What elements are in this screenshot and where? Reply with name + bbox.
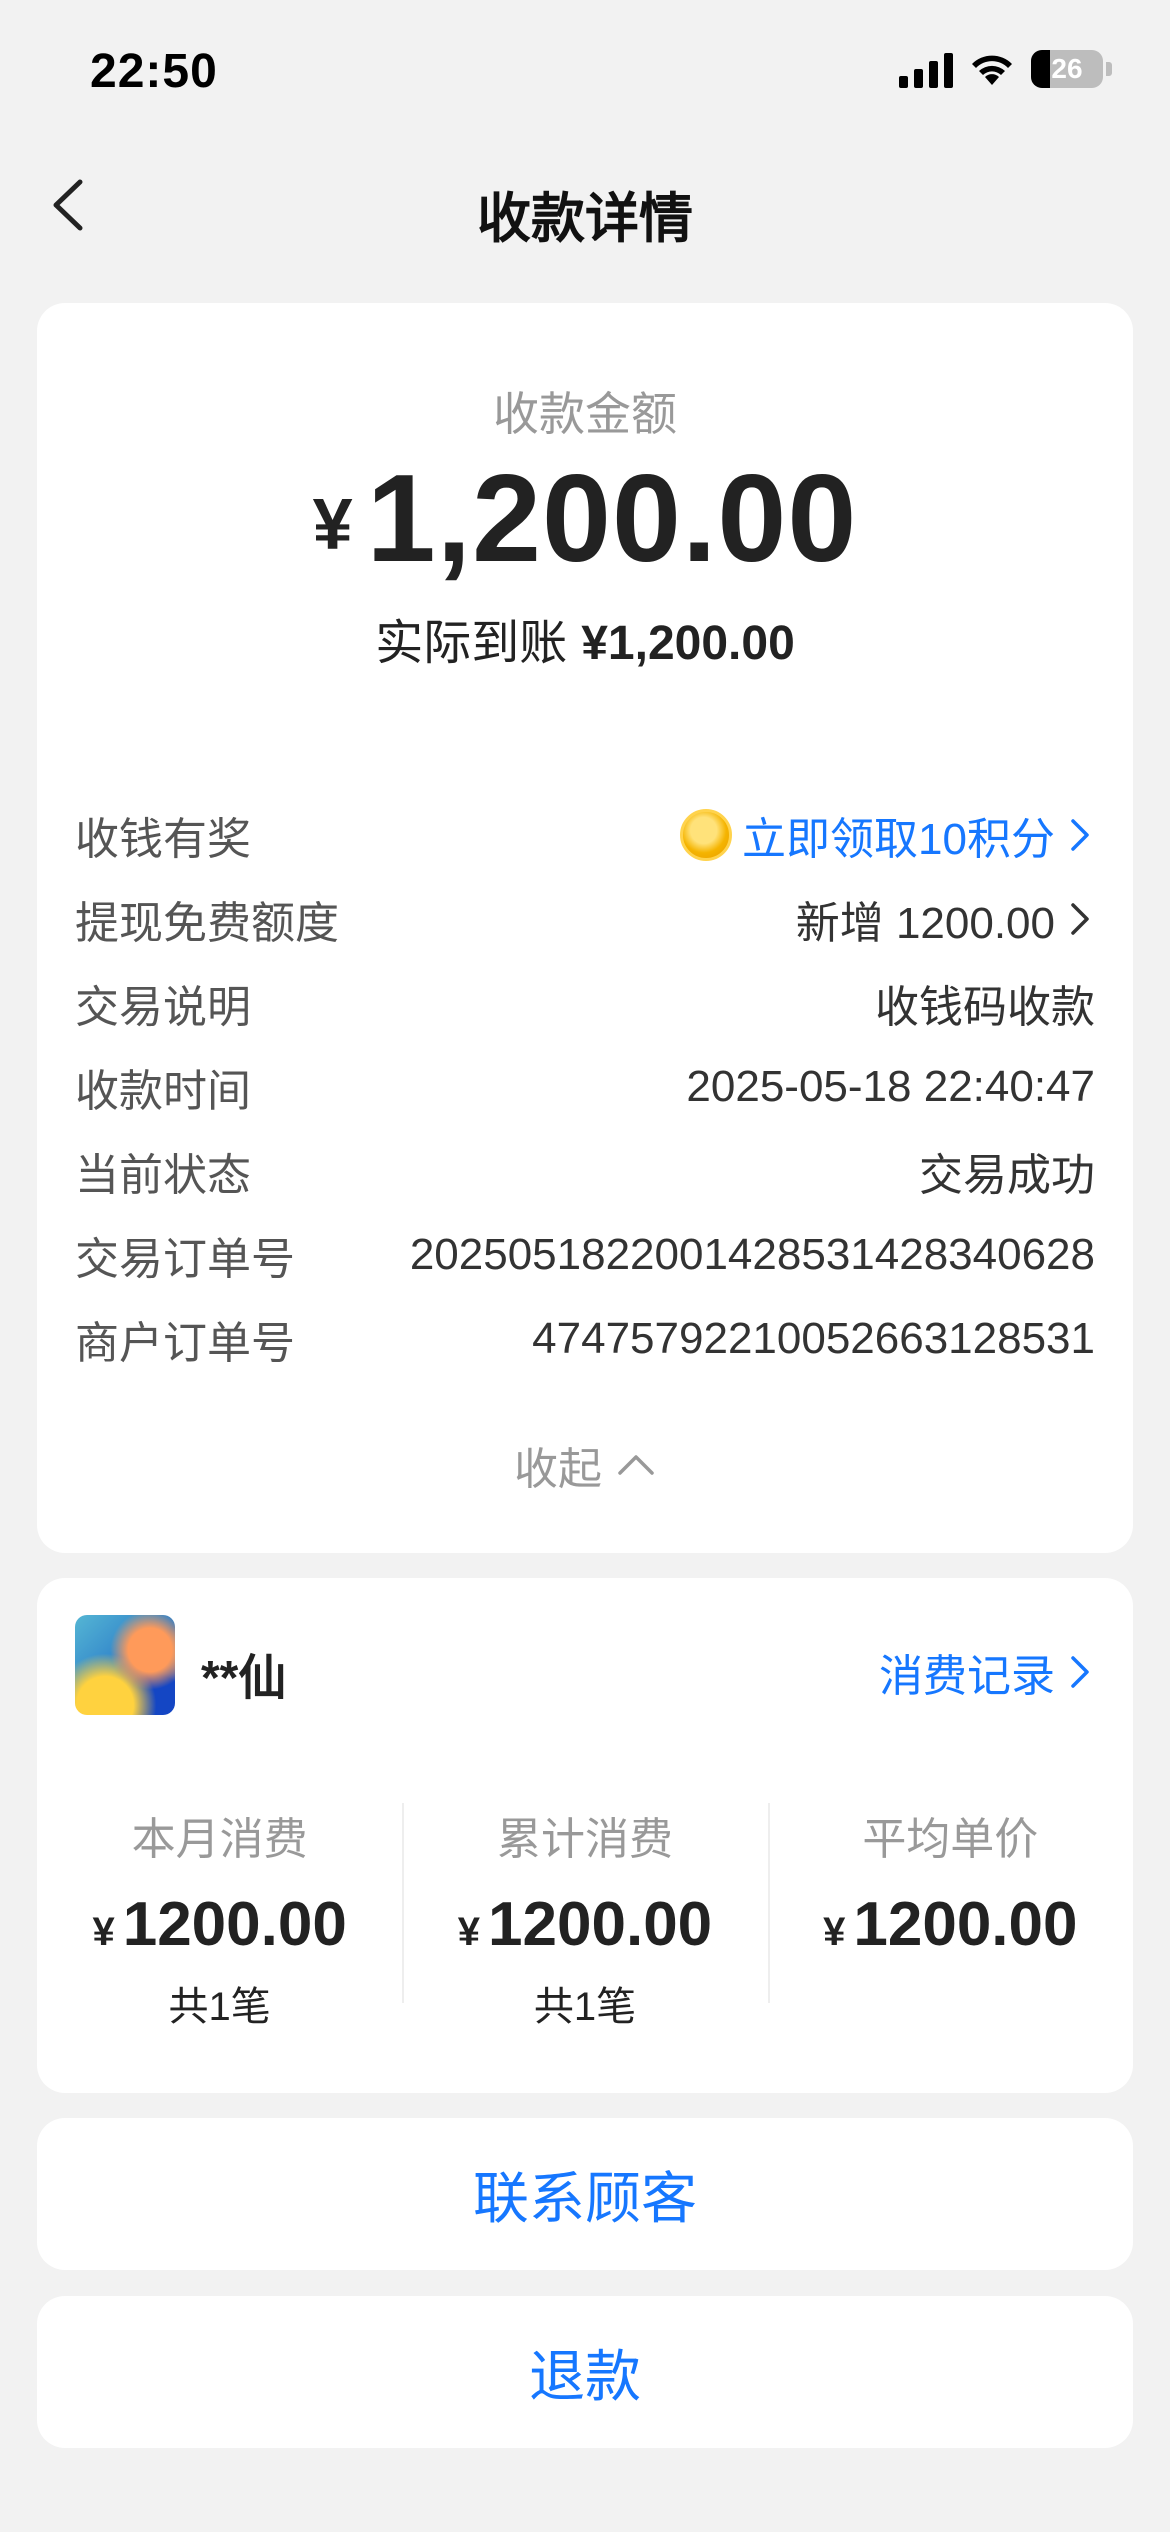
reward-link-text[interactable]: 立即领取10积分 bbox=[742, 803, 1055, 867]
detail-row-merchant-no: 商户订单号 4747579221005266312853​1 bbox=[75, 1297, 1095, 1381]
page-title: 收款详情 bbox=[477, 189, 693, 249]
detail-key: 商户订单号 bbox=[75, 1319, 295, 1368]
detail-row-status: 当前状态 交易成功 bbox=[75, 1129, 1095, 1213]
actual-label: 实际到账 bbox=[375, 617, 568, 670]
detail-key: 收款时间 bbox=[75, 1067, 251, 1116]
stat-monthly: 本月消费 ¥1200.00 共1笔 bbox=[37, 1803, 402, 2032]
detail-value: 收钱码收款 bbox=[875, 983, 1095, 1032]
amount-label: 收款金额 bbox=[493, 388, 677, 440]
battery-icon: 26 bbox=[1031, 50, 1103, 88]
status-time: 22:50 bbox=[90, 45, 218, 98]
payment-amount: ¥1,200.00 bbox=[37, 448, 1133, 590]
stat-label: 平均单价 bbox=[862, 1815, 1039, 1864]
currency-symbol: ¥ bbox=[312, 485, 353, 565]
detail-row-free-quota[interactable]: 提现免费额度 新增 1200.00 bbox=[75, 877, 1095, 961]
detail-value[interactable]: 新增 1200.00 bbox=[796, 887, 1095, 951]
stat-label: 本月消费 bbox=[131, 1815, 308, 1864]
stat-count: 共1笔 bbox=[533, 1985, 637, 2029]
collapse-label: 收起 bbox=[514, 1445, 602, 1494]
detail-key: 交易说明 bbox=[75, 983, 251, 1032]
nav-bar: 收款详情 bbox=[0, 150, 1170, 260]
detail-key: 收钱有奖 bbox=[75, 815, 251, 864]
consumption-stats: 本月消费 ¥1200.00 共1笔 累计消费 ¥1200.00 共1笔 平均单价… bbox=[37, 1803, 1133, 2032]
stat-count: 共1笔 bbox=[168, 1985, 271, 2029]
detail-row-time: 收款时间 2025-05-18 22:40:47 bbox=[75, 1045, 1095, 1129]
stat-value: ¥1200.00 bbox=[457, 1890, 713, 1959]
collapse-button[interactable]: 收起 bbox=[37, 1433, 1133, 1497]
status-bar: 22:50 26 bbox=[0, 0, 1170, 150]
chevron-right-icon bbox=[1071, 1656, 1089, 1688]
status-icons: 26 bbox=[899, 50, 1112, 88]
payment-detail-card: 收款金额 ¥1,200.00 实际到账 ¥1,200.00 收钱有奖 立即领取10… bbox=[37, 303, 1133, 1553]
stat-label: 累计消费 bbox=[496, 1815, 673, 1864]
detail-key: 提现免费额度 bbox=[75, 899, 339, 948]
cellular-signal-icon bbox=[899, 50, 953, 88]
battery-level: 26 bbox=[1051, 53, 1083, 84]
amount-value: 1,200.00 bbox=[366, 450, 858, 588]
chevron-right-icon bbox=[1071, 903, 1089, 935]
detail-row-trade-no: 交易订单号 2025051822001428531428340628 bbox=[75, 1213, 1095, 1297]
stat-total: 累计消费 ¥1200.00 共1笔 bbox=[402, 1803, 767, 2032]
detail-value[interactable]: 立即领取10积分 bbox=[680, 803, 1095, 867]
consumption-records-link[interactable]: 消费记录 bbox=[879, 1640, 1095, 1704]
records-label: 消费记录 bbox=[879, 1652, 1055, 1701]
chevron-right-icon bbox=[1071, 819, 1089, 851]
stat-average: 平均单价 ¥1200.00 bbox=[767, 1803, 1133, 2032]
detail-list: 收钱有奖 立即领取10积分 提现免费额度 新增 1200.00 交易说明 收钱码… bbox=[75, 793, 1095, 1381]
refund-button[interactable]: 退款 bbox=[37, 2296, 1133, 2448]
coin-icon bbox=[680, 809, 733, 861]
contact-customer-button[interactable]: 联系顾客 bbox=[37, 2118, 1133, 2270]
detail-row-reward[interactable]: 收钱有奖 立即领取10积分 bbox=[75, 793, 1095, 877]
battery-tip bbox=[1106, 62, 1112, 76]
detail-value: 2025051822001428531428340628 bbox=[409, 1230, 1095, 1279]
customer-name: **仙 bbox=[201, 1652, 287, 1705]
customer-card: **仙 消费记录 本月消费 ¥1200.00 共1笔 累计消费 ¥1200.00… bbox=[37, 1578, 1133, 2093]
actual-received: 实际到账 ¥1,200.00 bbox=[37, 603, 1133, 673]
detail-row-description: 交易说明 收钱码收款 bbox=[75, 961, 1095, 1045]
detail-key: 交易订单号 bbox=[75, 1235, 295, 1284]
detail-value: 4747579221005266312853​1 bbox=[532, 1314, 1095, 1363]
avatar[interactable] bbox=[75, 1615, 175, 1715]
stat-value: ¥1200.00 bbox=[92, 1890, 347, 1959]
detail-value: 交易成功 bbox=[919, 1151, 1095, 1200]
actual-value: ¥1,200.00 bbox=[581, 617, 795, 670]
chevron-up-icon bbox=[618, 1455, 654, 1475]
stat-value: ¥1200.00 bbox=[823, 1890, 1078, 1959]
free-quota-text: 新增 1200.00 bbox=[795, 899, 1055, 948]
detail-value: 2025-05-18 22:40:47 bbox=[686, 1062, 1095, 1111]
wifi-icon bbox=[972, 55, 1012, 85]
detail-key: 当前状态 bbox=[75, 1151, 251, 1200]
